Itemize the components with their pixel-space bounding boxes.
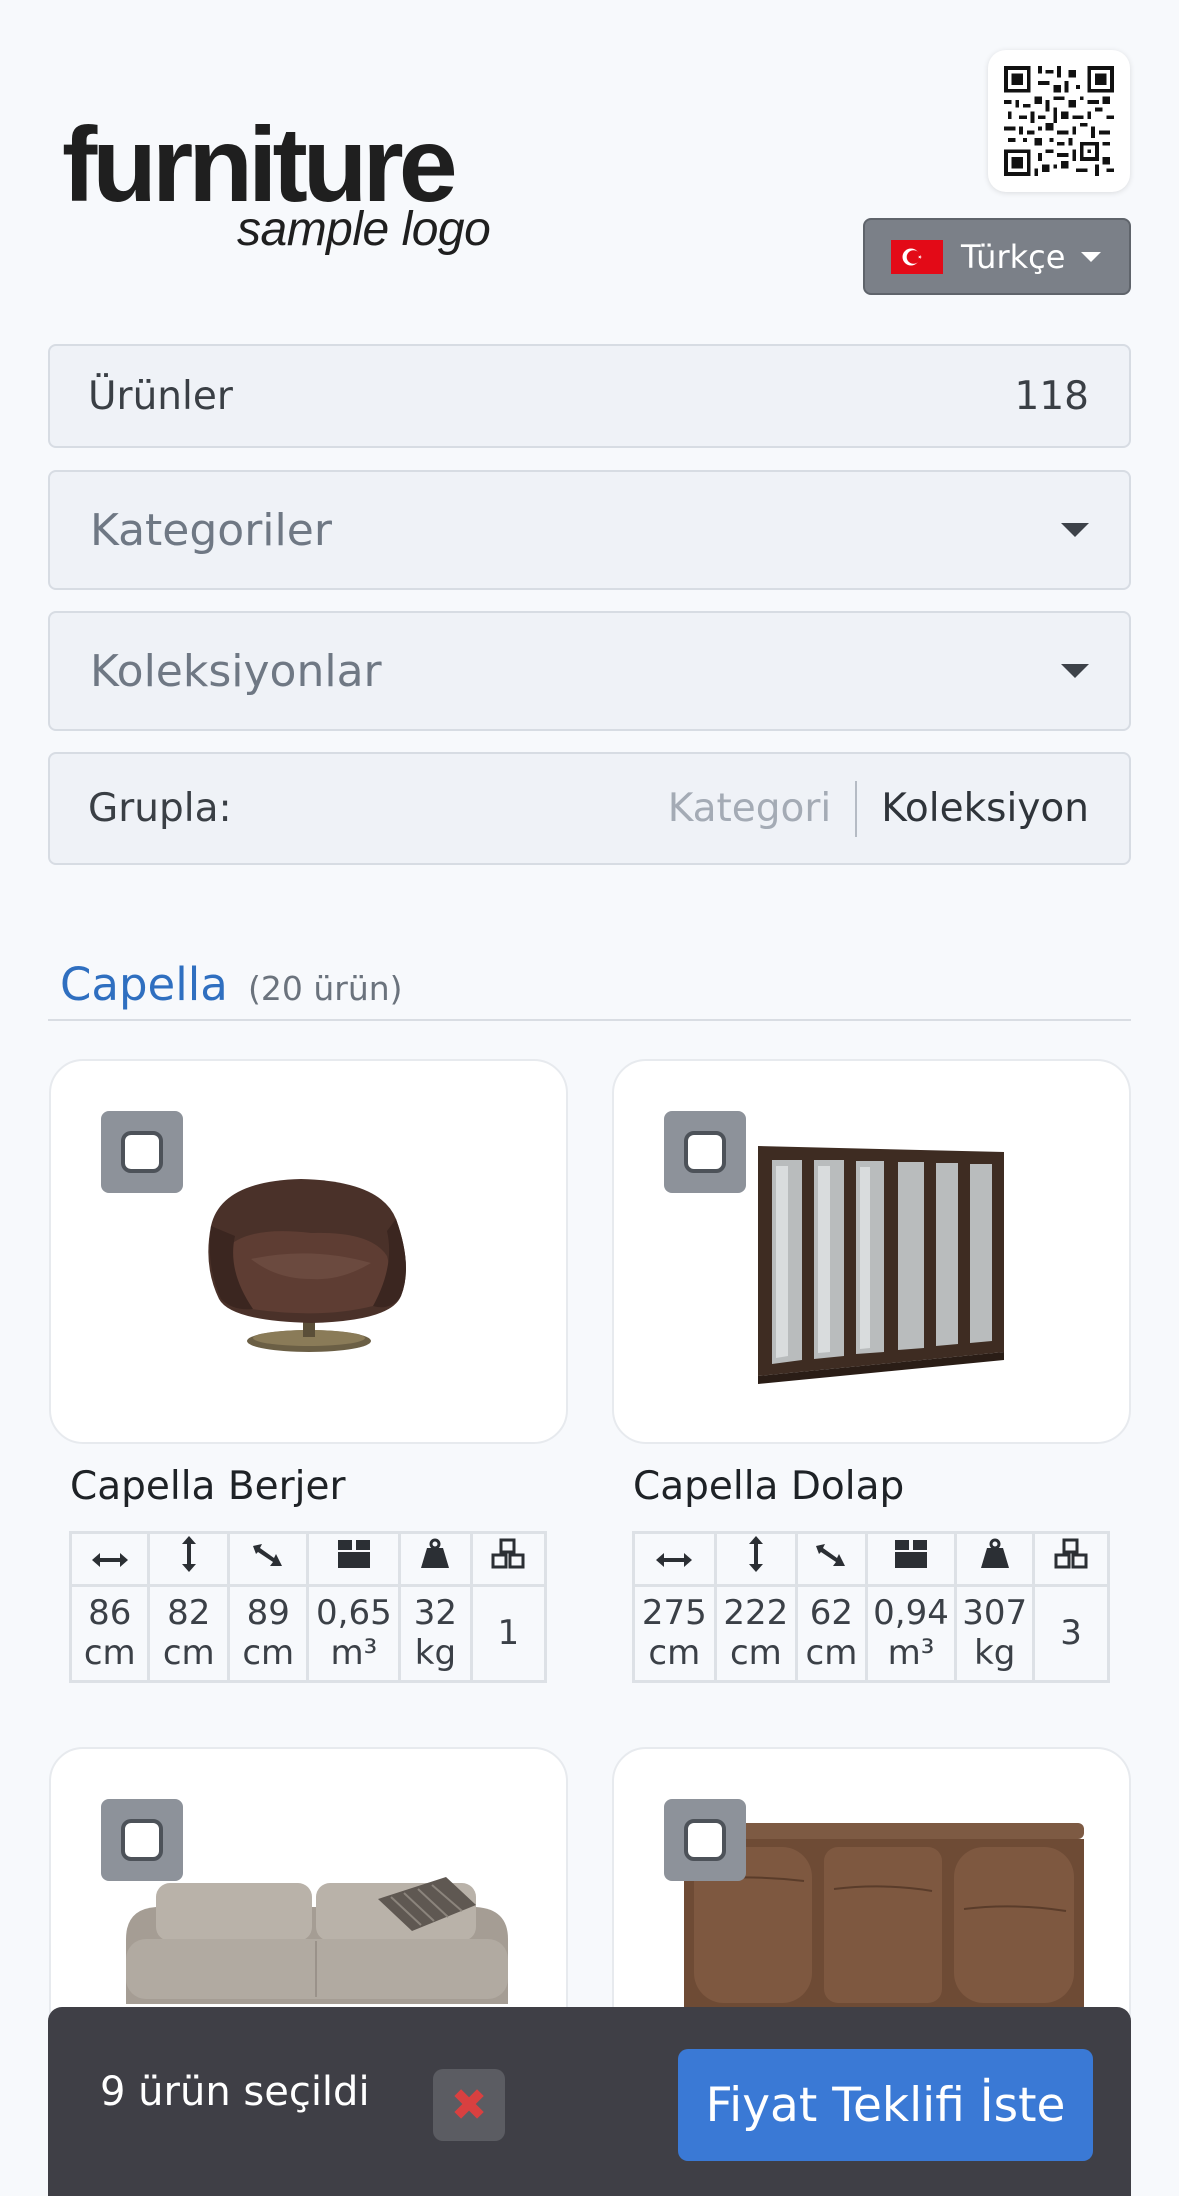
spec-height-value: 82 cm [147, 1583, 230, 1683]
collection-section-header: Capella (20 ürün) [48, 945, 1131, 1021]
product-select-checkbox[interactable] [101, 1799, 183, 1881]
products-count: 118 [1014, 373, 1089, 419]
product-image-armchair [191, 1171, 421, 1365]
language-selector[interactable]: Türkçe [863, 218, 1131, 295]
section-title[interactable]: Capella [60, 958, 228, 1011]
product-spec-table: 275 cm 222 cm 62 cm 0,94 m³ 307 kg 3 [632, 1531, 1110, 1683]
packages-icon [469, 1531, 548, 1587]
close-icon: ✖ [450, 2079, 488, 2131]
group-option-category[interactable]: Kategori [668, 786, 856, 831]
product-name[interactable]: Capella Berjer [70, 1464, 346, 1509]
chevron-down-icon [1061, 664, 1089, 678]
spec-volume-value: 0,65 m³ [306, 1583, 402, 1683]
section-count: (20 ürün) [248, 969, 403, 1008]
product-select-checkbox[interactable] [664, 1799, 746, 1881]
categories-select[interactable]: Kategoriler [48, 470, 1131, 590]
product-card[interactable] [49, 1747, 568, 2047]
product-select-checkbox[interactable] [101, 1111, 183, 1193]
depth-arrow-icon [795, 1531, 868, 1587]
qr-code-icon[interactable] [988, 50, 1130, 192]
height-arrow-icon [147, 1531, 230, 1587]
logo-sub-text: sample logo [237, 203, 491, 256]
product-select-checkbox[interactable] [664, 1111, 746, 1193]
products-count-bar: Ürünler 118 [48, 344, 1131, 448]
box-volume-icon [864, 1531, 958, 1587]
product-image-sofa [116, 1869, 516, 2013]
spec-depth-value: 89 cm [226, 1583, 310, 1683]
weight-icon [398, 1531, 473, 1587]
spec-weight-value: 32 kg [398, 1583, 473, 1683]
spec-volume-value: 0,94 m³ [864, 1583, 958, 1683]
product-spec-table: 86 cm 82 cm 89 cm 0,65 m³ 32 kg 1 [68, 1531, 548, 1683]
spec-depth-value: 62 cm [795, 1583, 868, 1683]
spec-weight-value: 307 kg [954, 1583, 1036, 1683]
group-by-label: Grupla: [88, 786, 232, 831]
weight-icon [954, 1531, 1036, 1587]
spec-width-value: 86 cm [68, 1583, 151, 1683]
width-arrow-icon [632, 1531, 717, 1587]
product-name[interactable]: Capella Dolap [633, 1464, 904, 1509]
spec-width-value: 275 cm [632, 1583, 717, 1683]
brand-logo: furniture sample logo [62, 112, 522, 262]
selection-bar: 9 ürün seçildi ✖ Fiyat Teklifi İste [48, 2007, 1131, 2196]
turkey-flag-icon [891, 239, 943, 274]
spec-packages-value: 3 [1032, 1583, 1110, 1683]
products-label: Ürünler [88, 373, 233, 419]
depth-arrow-icon [226, 1531, 310, 1587]
selected-count-text: 9 ürün seçildi [100, 2069, 370, 2115]
product-card[interactable] [49, 1059, 568, 1444]
collections-placeholder: Koleksiyonlar [90, 645, 382, 697]
collections-select[interactable]: Koleksiyonlar [48, 611, 1131, 731]
box-volume-icon [306, 1531, 402, 1587]
chevron-down-icon [1061, 523, 1089, 537]
spec-packages-value: 1 [469, 1583, 548, 1683]
language-label: Türkçe [961, 237, 1066, 276]
product-image-wardrobe [744, 1136, 1014, 1400]
product-card[interactable] [612, 1059, 1131, 1444]
spec-height-value: 222 cm [713, 1583, 799, 1683]
width-arrow-icon [68, 1531, 151, 1587]
group-by-control: Grupla: Kategori Koleksiyon [48, 752, 1131, 865]
categories-placeholder: Kategoriler [90, 504, 332, 556]
product-card[interactable] [612, 1747, 1131, 2047]
clear-selection-button[interactable]: ✖ [433, 2069, 505, 2141]
packages-icon [1032, 1531, 1110, 1587]
group-option-collection[interactable]: Koleksiyon [857, 786, 1089, 831]
request-quote-button[interactable]: Fiyat Teklifi İste [678, 2049, 1093, 2161]
chevron-down-icon [1081, 251, 1102, 262]
height-arrow-icon [713, 1531, 799, 1587]
